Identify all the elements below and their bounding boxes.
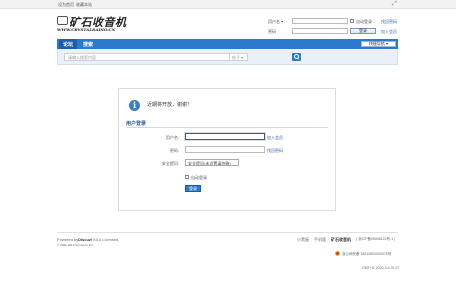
header-username-input[interactable] [292, 18, 348, 24]
auto-login-label: 自动登录 [191, 175, 207, 180]
tab-forum[interactable]: 论坛 [59, 39, 78, 49]
radio-logo-icon [57, 16, 68, 25]
security-question-label: 安全提问: [161, 161, 179, 166]
main-nav: 论坛 搜索 快捷导航 ▾ [57, 39, 398, 49]
search-type-select[interactable]: 帖子 ▾ [230, 53, 248, 61]
section-divider [126, 127, 328, 128]
login-panel: i 近期将开放，谢谢！ 用户登录 用户名: 加入会员 密码: 找回密码 安全提问… [118, 88, 336, 211]
logo-text-en: WWW.CRYSTALRADIO.CN [57, 27, 116, 32]
password-input[interactable] [185, 146, 265, 153]
footer-gmt-time: GMT+8, 2020-3-4 01:27 [362, 266, 400, 270]
search-input[interactable]: 请输入搜索内容 [64, 53, 230, 61]
tab-search[interactable]: 搜索 [83, 41, 93, 48]
powered-by-prefix: Powered by [57, 237, 79, 242]
find-password-link[interactable]: 找回密码 [267, 148, 283, 154]
footer-police-record[interactable]: 浙公网安备 33010602000075号 [342, 252, 391, 257]
footer-link-mobile[interactable]: 手机版 [314, 237, 326, 243]
top-bar: 设为首页 收藏本站 ⤢ [0, 0, 456, 9]
set-home-link[interactable]: 设为首页 [58, 2, 74, 8]
police-badge-icon [335, 251, 340, 256]
header-password-input[interactable] [292, 28, 348, 34]
header-find-password-link[interactable]: 找回密码 [381, 19, 397, 25]
register-link[interactable]: 加入会员 [267, 135, 283, 141]
header-register-link[interactable]: 加入会员 [381, 29, 397, 35]
bookmark-link[interactable]: 收藏本站 [76, 2, 92, 8]
copyright-text: © 2001-2013 Comsenz Inc. [57, 243, 94, 247]
footer-site-name[interactable]: 矿石收音机 [331, 237, 351, 243]
expand-icon[interactable]: ⤢ [392, 1, 397, 7]
site-logo[interactable]: 矿石收音机 WWW.CRYSTALRADIO.CN [57, 14, 127, 36]
footer-divider [57, 232, 398, 233]
username-input[interactable] [185, 133, 265, 140]
quick-nav-button[interactable]: 快捷导航 ▾ [361, 41, 396, 47]
username-label: 用户名: [165, 135, 179, 140]
header-password-label: 密码 [268, 29, 276, 34]
section-title: 用户登录 [126, 121, 147, 127]
search-bar: 请输入搜索内容 帖子 ▾ [57, 49, 398, 65]
info-icon: i [129, 100, 140, 111]
notice-message: 近期将开放，谢谢！ [147, 102, 193, 108]
header-auto-login-checkbox[interactable] [350, 19, 354, 23]
security-question-select[interactable]: 安全提问(未设置请忽略) [185, 159, 239, 166]
footer-link-blackroom[interactable]: 小黑屋 [297, 237, 309, 243]
header-login-button[interactable]: 登录 [350, 28, 376, 34]
password-label: 密码: [169, 148, 179, 153]
header-username-label[interactable]: 用户名 ▾ [268, 19, 283, 25]
footer-icp[interactable]: ( 浙ICP备05008122号-1 ) [356, 237, 395, 242]
discuz-link[interactable]: Discuz! [78, 237, 92, 242]
auto-login-checkbox[interactable] [185, 175, 189, 179]
login-button[interactable]: 登录 [185, 185, 201, 192]
header-login-form: 用户名 ▾ 自动登录 找回密码 密码 登录 加入会员 [268, 18, 403, 38]
header-auto-login-label: 自动登录 [356, 19, 372, 24]
powered-by-version: X3.4 Licensed [93, 237, 119, 242]
search-button[interactable] [292, 53, 301, 61]
